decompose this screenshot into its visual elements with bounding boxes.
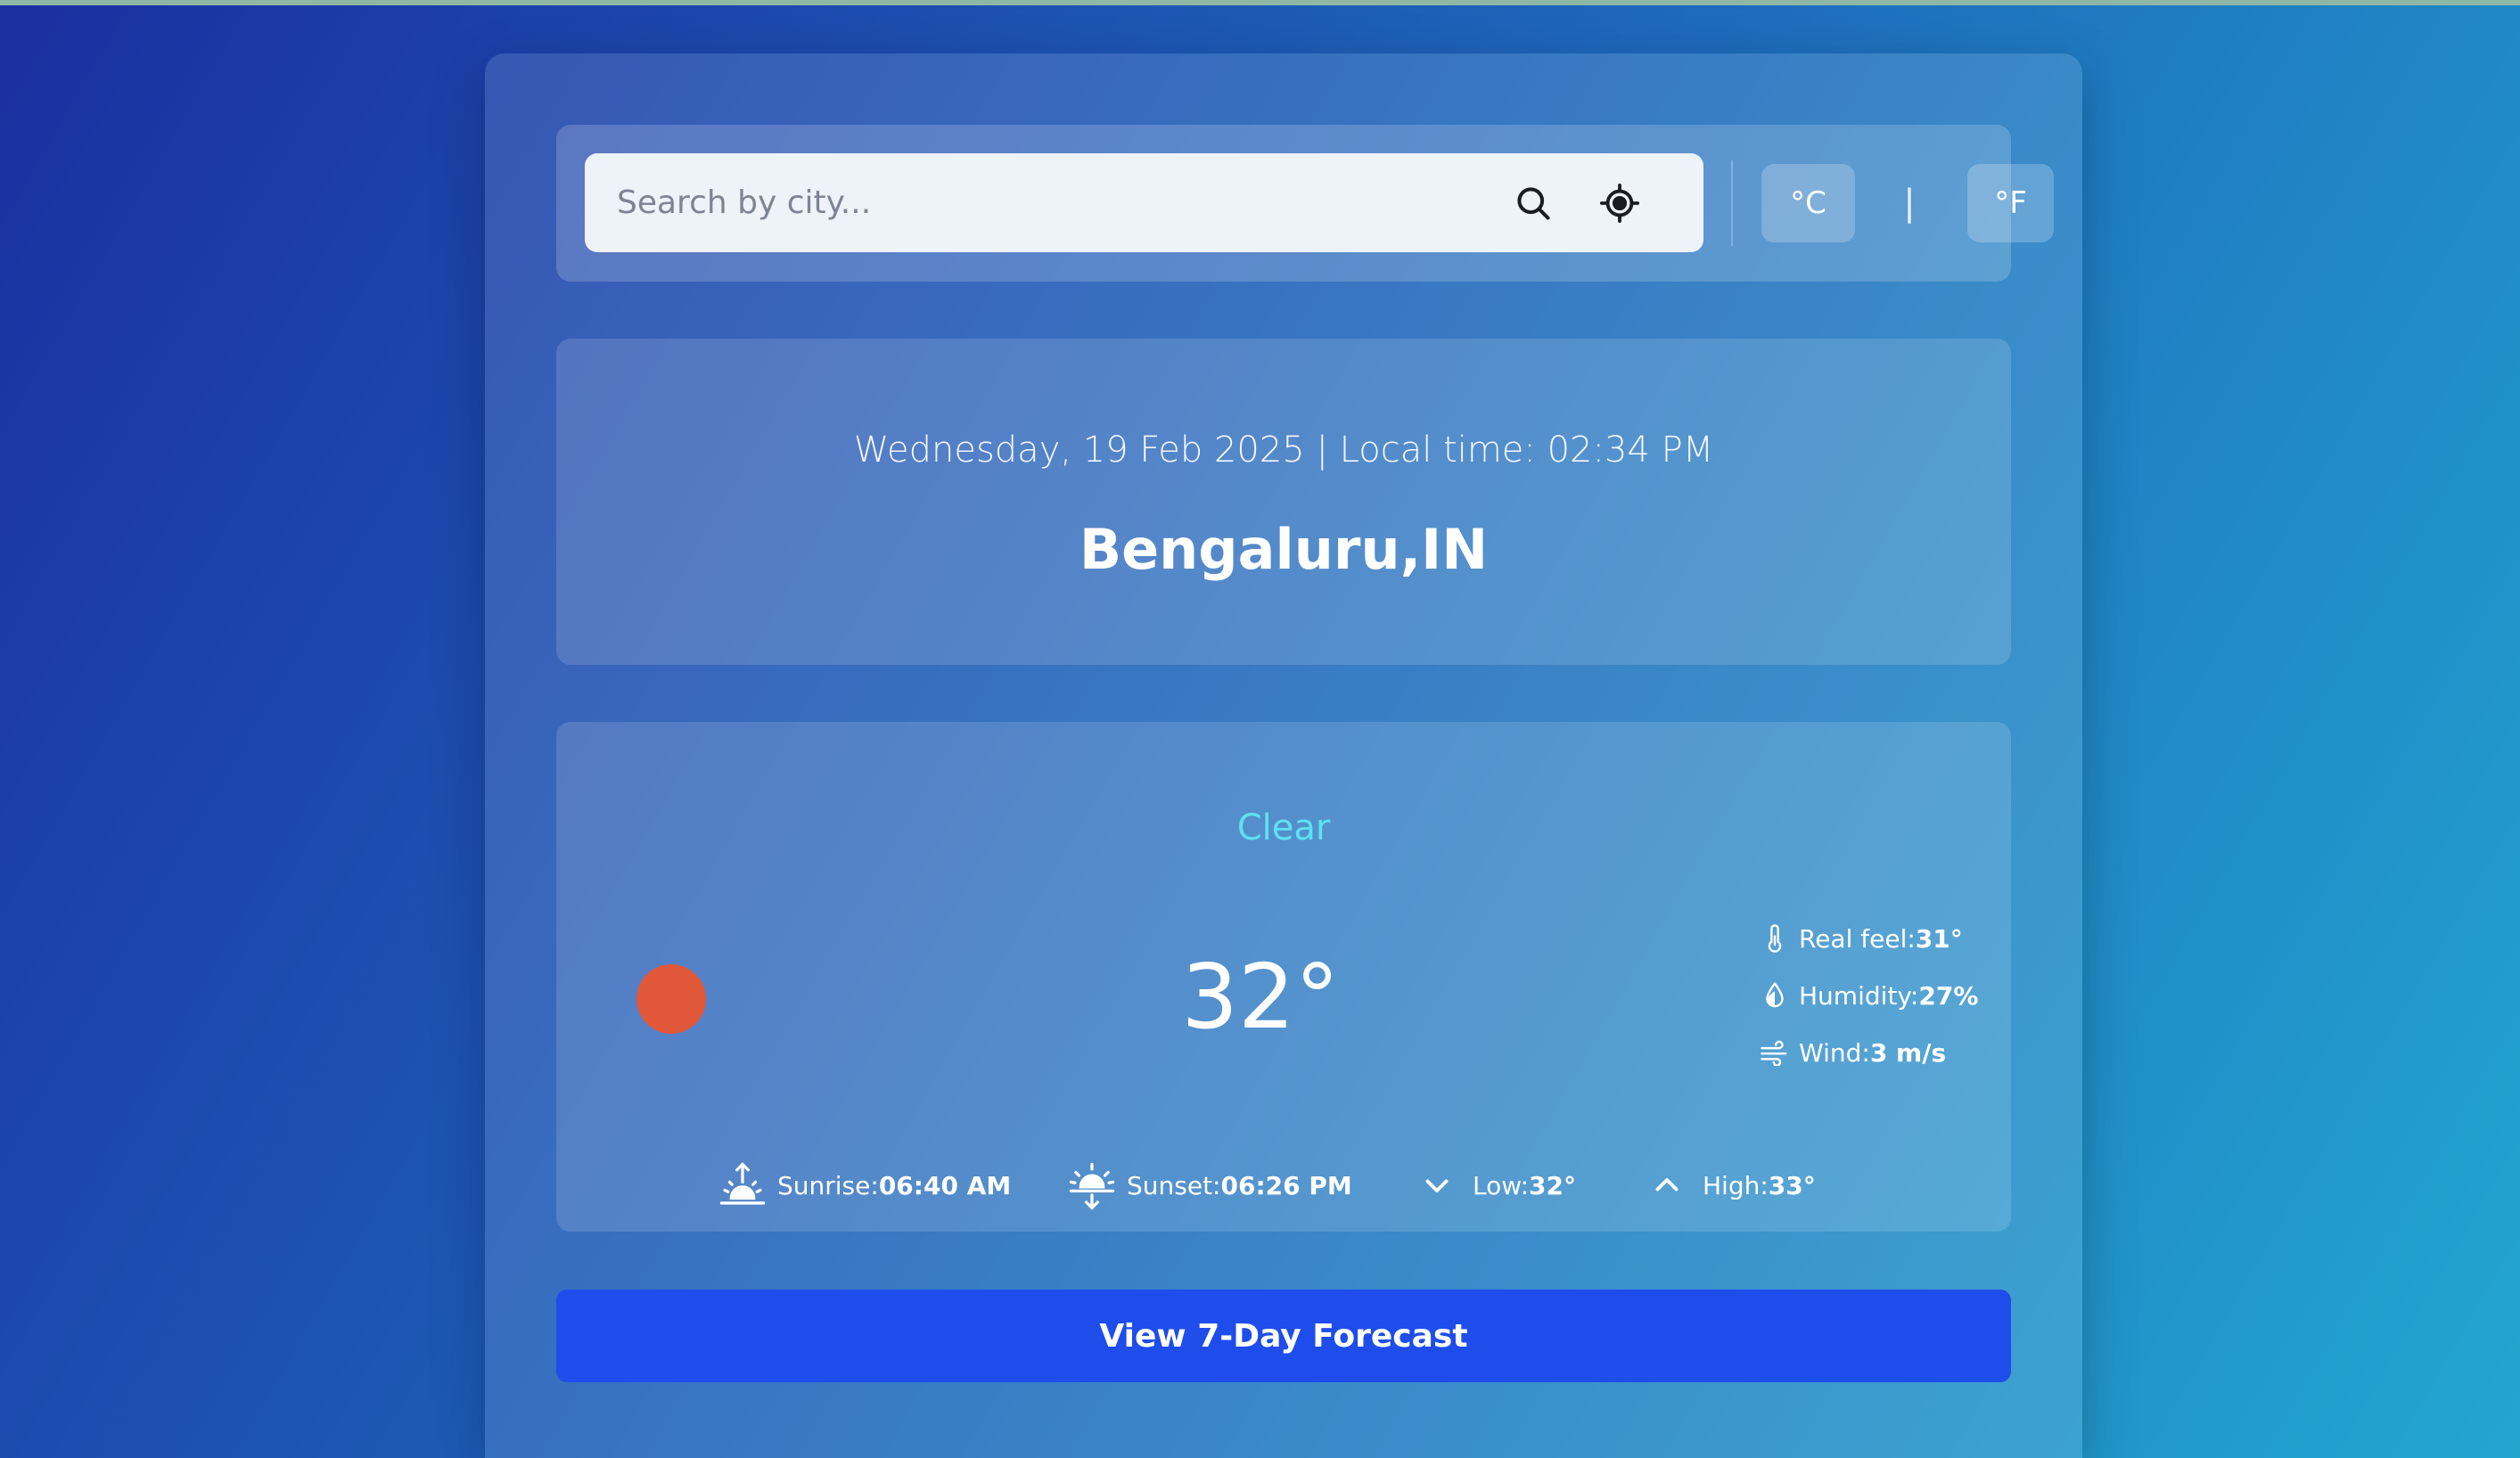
detail-real-feel: Real feel: 31°: [1760, 916, 1963, 961]
sunrise-value: 06:40 AM: [878, 1170, 1012, 1200]
weather-app-panel: °C | °F Wednesday, 19 Feb 2025 | Local t…: [485, 53, 2082, 1458]
real-feel-value: 31°: [1915, 923, 1963, 954]
wind-icon: [1760, 1037, 1790, 1068]
search-input[interactable]: [585, 153, 1503, 252]
high-label: High:: [1703, 1170, 1769, 1200]
weather-condition: Clear: [1236, 807, 1331, 848]
humidity-value: 27%: [1918, 980, 1979, 1011]
humidity-label: Humidity:: [1799, 980, 1919, 1011]
search-icon[interactable]: [1508, 178, 1558, 228]
chevron-down-icon: [1417, 1159, 1457, 1211]
current-temperature: 32°: [1181, 945, 1340, 1049]
wind-label: Wind:: [1799, 1037, 1870, 1068]
unit-separator: |: [1903, 183, 1916, 224]
view-forecast-button[interactable]: View 7-Day Forecast: [556, 1290, 2011, 1382]
detail-wind: Wind: 3 m/s: [1760, 1030, 1946, 1075]
real-feel-label: Real feel:: [1799, 923, 1916, 954]
current-weather-card: Clear 32° Real feel: 31° Humidity: 27% W…: [556, 722, 2011, 1232]
sunset-label: Sunset:: [1127, 1170, 1221, 1200]
sunset-value: 06:26 PM: [1220, 1170, 1352, 1200]
sunrise-label: Sunrise:: [777, 1170, 879, 1200]
fahrenheit-button[interactable]: °F: [1967, 164, 2054, 242]
sun-and-range-stats: Sunrise: 06:40 AM Sunset: 06:26 PM Low: …: [556, 1159, 2011, 1212]
location-crosshair-icon[interactable]: [1595, 178, 1645, 228]
search-box: [585, 153, 1703, 252]
search-panel: °C | °F: [556, 125, 2054, 282]
search-divider: [1731, 160, 1733, 246]
city-name: Bengaluru,IN: [1079, 517, 1489, 582]
stat-low: Low: 32°: [1417, 1159, 1576, 1212]
window-top-strip: [0, 0, 2520, 5]
low-value: 32°: [1529, 1170, 1577, 1200]
low-label: Low:: [1473, 1170, 1530, 1200]
stat-sunset: Sunset: 06:26 PM: [1066, 1159, 1352, 1212]
stat-sunrise: Sunrise: 06:40 AM: [717, 1159, 1011, 1212]
wind-value: 3 m/s: [1869, 1037, 1947, 1068]
sunrise-icon: [717, 1159, 768, 1211]
detail-humidity: Humidity: 27%: [1760, 973, 1978, 1018]
droplet-icon: [1760, 980, 1790, 1011]
local-datetime: Wednesday, 19 Feb 2025 | Local time: 02:…: [853, 430, 1714, 471]
celsius-button[interactable]: °C: [1761, 164, 1855, 242]
sunset-icon: [1066, 1159, 1118, 1211]
location-card: Wednesday, 19 Feb 2025 | Local time: 02:…: [556, 339, 2011, 665]
sun-icon: [636, 964, 706, 1034]
thermometer-icon: [1760, 923, 1790, 954]
stat-high: High: 33°: [1647, 1159, 1816, 1212]
chevron-up-icon: [1647, 1159, 1687, 1211]
high-value: 33°: [1768, 1170, 1816, 1200]
